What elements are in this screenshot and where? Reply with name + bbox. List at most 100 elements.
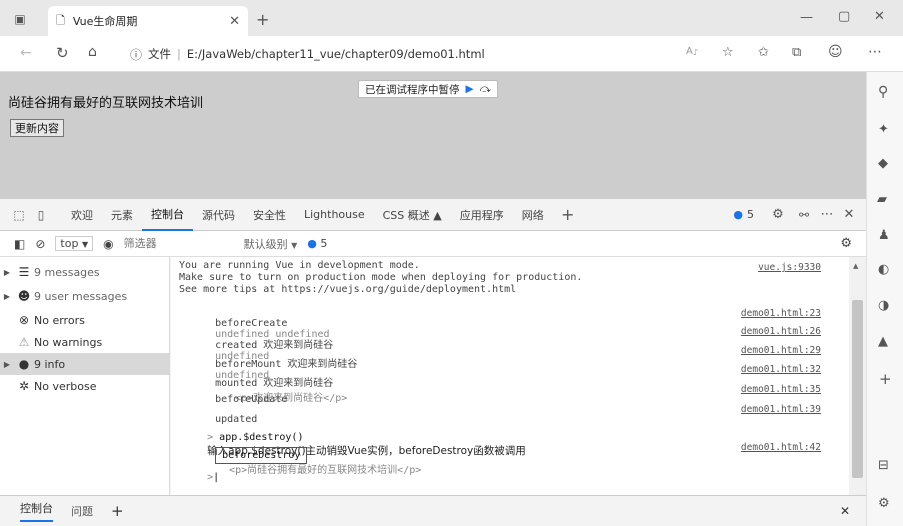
update-content-button[interactable]: 更新内容 [10, 119, 64, 137]
devtools-tab-elements[interactable]: 元素 [102, 199, 142, 231]
console-filter-bar: ◧ ⊘ top ▼ ◉ 默认级别 ▼ ● 5 ⚙ [0, 231, 866, 257]
devtools-tab-network[interactable]: 网络 [513, 199, 553, 231]
device-toolbar-icon[interactable]: ▯ [30, 208, 52, 222]
games-icon[interactable]: ▰ [877, 192, 887, 207]
source-link[interactable]: demo01.html:35 [741, 384, 821, 395]
sidebar-toggle-icon[interactable]: ◧ [14, 237, 25, 251]
devtools-drawer: 控制台 问题 + ✕ [0, 495, 866, 526]
favorites-list-icon[interactable]: ✩ [758, 45, 769, 60]
back-icon[interactable]: ← [20, 45, 32, 61]
console-settings-icon[interactable]: ⚙ [840, 236, 852, 251]
sidebar-item-label: 9 info [34, 357, 66, 371]
source-link[interactable]: demo01.html:23 [741, 308, 821, 319]
home-icon[interactable]: ⌂ [88, 44, 97, 60]
sidebar-item-info[interactable]: ▶ ● 9 info [0, 353, 170, 375]
office-icon[interactable]: ♟ [878, 228, 890, 243]
devtools-tab-console[interactable]: 控制台 [142, 199, 193, 231]
step-over-icon[interactable]: ⤼ [480, 83, 491, 96]
sidebar-item-label: 9 user messages [34, 289, 128, 303]
log-level-value: 默认级别 [243, 237, 288, 251]
close-devtools-icon[interactable]: ✕ [838, 207, 860, 222]
sidebar-settings-icon[interactable]: ⚙ [878, 496, 890, 511]
devtools-tab-application[interactable]: 应用程序 [451, 199, 513, 231]
favorite-icon[interactable]: ☆ [722, 45, 734, 60]
more-tabs-icon[interactable]: + [553, 205, 583, 224]
address-url: E:/JavaWeb/chapter11_vue/chapter09/demo0… [186, 47, 485, 61]
scrollbar-thumb[interactable] [852, 300, 863, 478]
sidebar-item-verbose[interactable]: ✲ No verbose [0, 375, 170, 397]
issues-counter[interactable]: ● 5 [733, 208, 754, 221]
devtools-tab-bar: ⬚ ▯ 欢迎 元素 控制台 源代码 安全性 Lighthouse CSS 概述 … [0, 199, 866, 231]
filter-input[interactable] [123, 237, 224, 250]
shopping-icon[interactable]: ✦ [878, 122, 889, 137]
split-screen-icon[interactable]: ⊟ [878, 458, 889, 473]
inspect-icon[interactable]: ⬚ [8, 208, 30, 222]
add-sidebar-icon[interactable]: + [879, 370, 892, 388]
console-prompt[interactable]: >| [171, 461, 839, 494]
address-scheme: 文件 [148, 47, 172, 61]
source-link[interactable]: vue.js:9330 [758, 262, 821, 273]
address-bar[interactable]: ⓘ 文件 | E:/JavaWeb/chapter11_vue/chapter0… [130, 42, 690, 66]
outlook-icon[interactable]: ◐ [878, 262, 889, 277]
console-message-text: See more tips at https://vuejs.org/guide… [179, 284, 517, 295]
drawer-tab-issues[interactable]: 问题 [71, 503, 93, 519]
customize-icon[interactable]: ⚯ [792, 208, 816, 222]
close-tab-icon[interactable]: ✕ [229, 14, 240, 29]
resume-icon[interactable]: ▶︎ [466, 83, 474, 95]
sidebar-item-warnings[interactable]: ⚠ No warnings [0, 331, 170, 353]
drawer-tab-console[interactable]: 控制台 [20, 500, 53, 522]
source-link[interactable]: demo01.html:26 [741, 326, 821, 337]
sidebar-rail: ⚲ ✦ ◆ ▰ ♟ ◐ ◑ ▲ + ⊟ ⚙ [866, 72, 903, 526]
console-output: You are running Vue in development mode.… [171, 257, 849, 495]
context-selector[interactable]: top ▼ [55, 236, 94, 251]
new-tab-icon[interactable]: + [256, 10, 269, 29]
drawer-close-icon[interactable]: ✕ [840, 504, 850, 518]
close-window-icon[interactable]: ✕ [874, 9, 885, 24]
clear-console-icon[interactable]: ⊘ [35, 237, 45, 251]
tab-actions-icon[interactable]: ▣ [10, 10, 30, 28]
devtools-tab-security[interactable]: 安全性 [244, 199, 295, 231]
devtools-tab-welcome[interactable]: 欢迎 [62, 199, 102, 231]
devtools-tab-sources[interactable]: 源代码 [193, 199, 244, 231]
maximize-icon[interactable]: ▢ [838, 9, 850, 24]
browser-tab[interactable]: 🗋 Vue生命周期 ✕ [48, 6, 248, 36]
user-icon: ☻ [17, 289, 31, 303]
sidebar-item-label: No warnings [34, 335, 103, 349]
sidebar-item-label: No errors [34, 313, 85, 327]
filter-issue-count: 5 [320, 237, 328, 250]
devtools-tab-css-overview[interactable]: CSS 概述 ▲ [374, 199, 451, 231]
sidebar-item-messages[interactable]: ▶ ☰ 9 messages [0, 261, 170, 283]
minimize-icon[interactable]: — [800, 10, 813, 25]
source-link[interactable]: demo01.html:39 [741, 404, 821, 415]
log-level-dropdown-icon: ▼ [291, 240, 298, 250]
sidebar-item-user-messages[interactable]: ▶ ☻ 9 user messages [0, 285, 170, 307]
collections-icon[interactable]: ⧉ [792, 45, 801, 60]
refresh-icon[interactable]: ↻ [56, 44, 69, 62]
tools-icon[interactable]: ◆ [878, 156, 888, 171]
context-value: top [60, 237, 79, 250]
list-icon: ☰ [18, 265, 30, 279]
sidebar-item-errors[interactable]: ⊗ No errors [0, 309, 170, 331]
source-link[interactable]: demo01.html:29 [741, 345, 821, 356]
app-icon[interactable]: ▲ [878, 334, 888, 349]
devtools-tab-lighthouse[interactable]: Lighthouse [295, 199, 374, 231]
live-expression-icon[interactable]: ◉ [103, 237, 113, 251]
page-icon: 🗋 [56, 13, 65, 27]
search-icon[interactable]: ⚲ [878, 84, 888, 100]
info-icon: ● [18, 357, 30, 371]
profile-icon[interactable]: ☺ [828, 44, 843, 60]
log-level-selector[interactable]: 默认级别 ▼ [244, 236, 298, 252]
console-sidebar: ▶ ☰ 9 messages ▶ ☻ 9 user messages ⊗ No … [0, 257, 170, 495]
drop-icon[interactable]: ◑ [878, 298, 889, 313]
read-aloud-icon[interactable]: A ♪ [686, 46, 698, 57]
devtools-more-icon[interactable]: ⋯ [816, 207, 838, 222]
error-icon: ⊗ [18, 313, 30, 327]
more-icon[interactable]: ⋯ [868, 44, 882, 60]
scroll-up-icon[interactable]: ▲ [853, 262, 858, 270]
expand-arrow-icon: ▶ [3, 291, 11, 301]
settings-icon[interactable]: ⚙ [764, 207, 792, 222]
drawer-add-icon[interactable]: + [111, 502, 124, 520]
source-link[interactable]: demo01.html:32 [741, 364, 821, 375]
source-link[interactable]: demo01.html:42 [741, 442, 821, 453]
filter-issues[interactable]: ● 5 [307, 237, 327, 250]
